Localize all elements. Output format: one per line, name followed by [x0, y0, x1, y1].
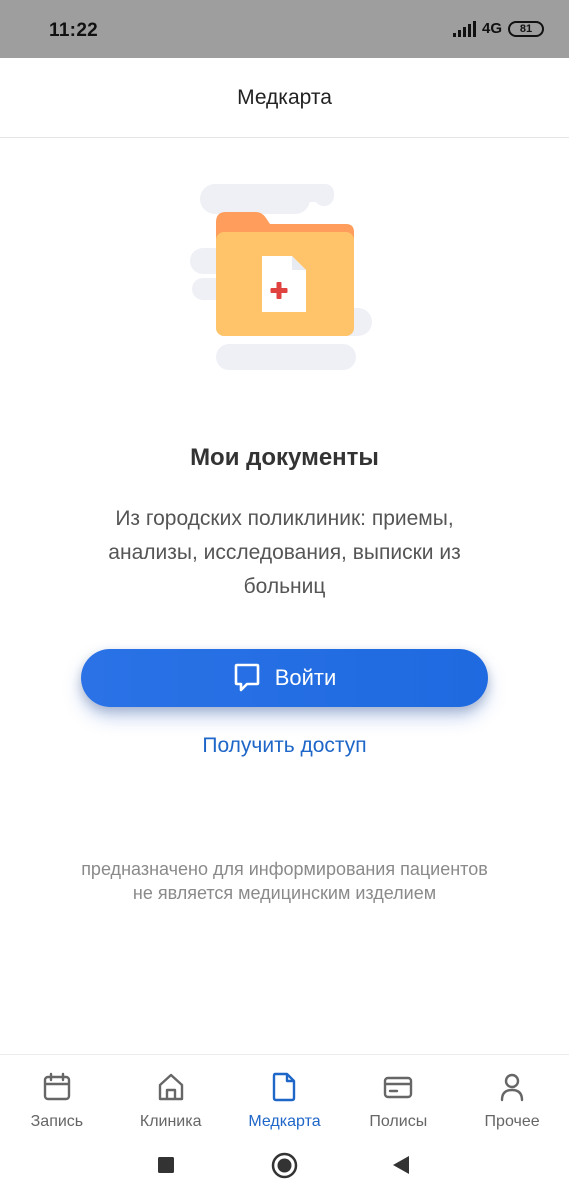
home-button-icon[interactable]: [271, 1152, 298, 1179]
person-icon: [500, 1073, 524, 1102]
message-icon: [234, 663, 260, 692]
nav-label: Запись: [30, 1113, 84, 1130]
app-header: Медкарта: [0, 58, 569, 138]
page-title: Медкарта: [237, 85, 332, 109]
nav-label: Медкарта: [248, 1113, 321, 1130]
battery-icon: 81: [508, 20, 544, 37]
nav-label: Полисы: [369, 1113, 428, 1130]
bottom-nav: Запись Клиника Медкарта Полисы Прочее: [0, 1054, 569, 1132]
nav-item-zapis[interactable]: Запись: [0, 1055, 114, 1132]
disclaimer-line: предназначено для информирования пациент…: [81, 859, 488, 879]
nav-label: Клиника: [139, 1113, 202, 1130]
signal-icon: [452, 20, 476, 37]
card-icon: [384, 1076, 413, 1099]
disclaimer-line: не является медицинским изделием: [132, 883, 437, 903]
section-title: Мои документы: [190, 444, 379, 471]
home-icon: [158, 1073, 183, 1101]
folder-icon: [190, 184, 372, 370]
calendar-icon: [43, 1072, 71, 1101]
disclaimer: предназначено для информирования пациент…: [0, 857, 569, 905]
section-description: Из городских поликлиник: приемы, анализы…: [108, 507, 461, 598]
status-time: 11:22: [49, 20, 99, 41]
medical-folder-illustration: [186, 180, 376, 375]
nav-item-prochee[interactable]: Прочее: [455, 1055, 569, 1132]
nav-label: Прочее: [484, 1113, 540, 1130]
login-button[interactable]: Войти: [81, 649, 488, 707]
status-indicators: 4G 81: [452, 20, 544, 37]
status-bar: 11:22 4G 81: [0, 0, 569, 58]
recent-apps-icon[interactable]: [157, 1156, 175, 1174]
system-nav-bar: [0, 1132, 569, 1200]
document-icon: [273, 1072, 296, 1102]
battery-level: 81: [519, 22, 533, 35]
get-access-link[interactable]: Получить доступ: [0, 734, 569, 758]
nav-item-klinika[interactable]: Клиника: [114, 1055, 228, 1132]
back-icon[interactable]: [391, 1155, 411, 1175]
nav-item-medkarta[interactable]: Медкарта: [228, 1055, 342, 1132]
nav-item-polisy[interactable]: Полисы: [341, 1055, 455, 1132]
login-button-label: Войти: [274, 665, 337, 690]
network-type: 4G: [481, 20, 502, 37]
